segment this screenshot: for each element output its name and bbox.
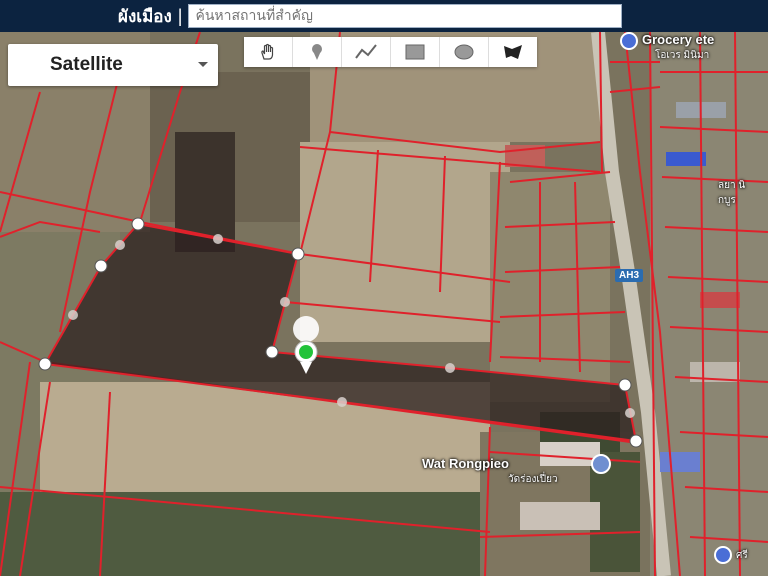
satellite-imagery [0, 32, 768, 576]
rectangle-tool-button[interactable] [391, 37, 440, 67]
title-separator: | [177, 5, 183, 26]
polyline-icon [355, 44, 377, 59]
place-label-grocery-thai: โอเวร มินิมา [655, 50, 710, 61]
marker-icon [312, 44, 322, 60]
temple-poi-icon[interactable] [591, 454, 611, 474]
drawing-toolbar [244, 37, 537, 67]
place-label-temple[interactable]: Wat Rongpieo [422, 456, 509, 471]
place-label-town-thai: ลยา นิกบูร [718, 180, 746, 206]
top-bar: ผังเมือง | [0, 0, 768, 32]
map-type-label: Satellite [50, 54, 123, 75]
chevron-down-icon [198, 62, 208, 67]
shop-poi-icon[interactable] [714, 546, 732, 564]
circle-tool-button[interactable] [440, 37, 489, 67]
map-type-dropdown[interactable]: Satellite [8, 44, 218, 86]
polygon-tool-button[interactable] [489, 37, 537, 67]
marker-tool-button[interactable] [293, 37, 342, 67]
app-title: ผังเมือง [118, 6, 172, 27]
polyline-tool-button[interactable] [342, 37, 391, 67]
place-label-temple-thai: วัดร่องเปี่ยว [508, 474, 558, 485]
circle-icon [454, 44, 474, 60]
place-label-bottom-right: ศรี [736, 550, 748, 561]
hand-icon [261, 43, 274, 60]
hand-tool-button[interactable] [244, 37, 293, 67]
search-input[interactable] [188, 4, 623, 28]
rectangle-icon [405, 44, 425, 60]
place-label-grocery[interactable]: Grocery ete [642, 32, 714, 47]
polygon-icon [504, 45, 522, 59]
map-canvas[interactable]: Grocery ete โอเวร มินิมา AH3 Wat Rongpie… [0, 32, 768, 576]
grocery-poi-icon[interactable] [620, 32, 638, 50]
highway-shield-ah3: AH3 [615, 269, 644, 282]
